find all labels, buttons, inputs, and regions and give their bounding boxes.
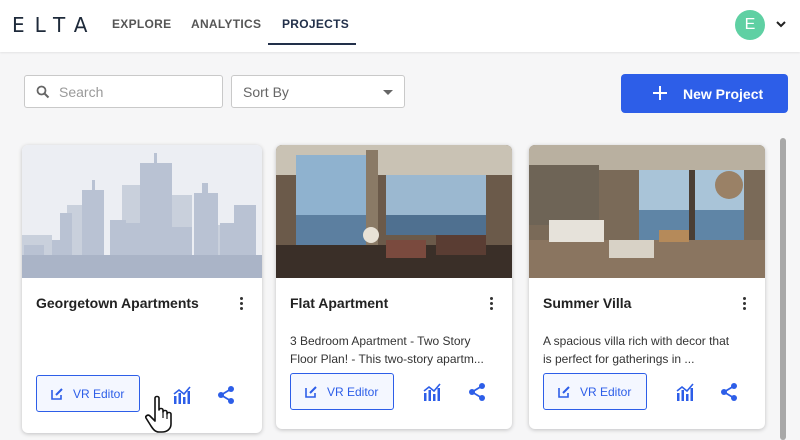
new-project-button[interactable]: New Project <box>621 74 788 113</box>
analytics-icon[interactable] <box>675 382 695 402</box>
project-title: Summer Villa <box>543 295 632 311</box>
share-icon[interactable] <box>467 382 487 402</box>
villa-interior-image <box>529 145 765 278</box>
share-icon[interactable] <box>719 382 739 402</box>
vr-editor-button[interactable]: VR Editor <box>290 373 394 410</box>
edit-icon <box>558 386 570 398</box>
edit-icon <box>305 386 317 398</box>
more-vert-icon[interactable] <box>743 297 747 311</box>
active-tab-indicator <box>268 43 356 45</box>
nav-projects[interactable]: PROJECTS <box>282 17 349 31</box>
more-vert-icon[interactable] <box>240 297 244 311</box>
caret-down-icon <box>383 90 393 95</box>
search-icon <box>36 85 50 99</box>
vr-editor-button[interactable]: VR Editor <box>36 375 140 412</box>
project-card-summer-villa[interactable]: Summer Villa A spacious villa rich with … <box>529 145 765 429</box>
project-thumbnail[interactable] <box>22 145 262 278</box>
project-card-georgetown[interactable]: Georgetown Apartments VR Editor <box>22 145 262 433</box>
project-description: A spacious villa rich with decor that is… <box>543 334 730 366</box>
more-vert-icon[interactable] <box>490 297 494 311</box>
user-avatar[interactable]: E <box>735 10 765 40</box>
vr-editor-label: VR Editor <box>73 387 125 401</box>
scrollbar-thumb[interactable] <box>780 138 786 440</box>
vr-editor-label: VR Editor <box>327 385 379 399</box>
project-thumbnail[interactable] <box>276 145 512 278</box>
project-title: Georgetown Apartments <box>36 295 199 311</box>
city-skyline-image <box>22 153 262 278</box>
new-project-label: New Project <box>683 86 764 102</box>
top-bar: ELTA EXPLORE ANALYTICS PROJECTS E <box>0 0 800 52</box>
nav-explore[interactable]: EXPLORE <box>112 17 171 31</box>
vr-editor-button[interactable]: VR Editor <box>543 373 647 410</box>
hand-pointer-icon <box>145 395 172 433</box>
nav-analytics[interactable]: ANALYTICS <box>191 17 261 31</box>
sort-label: Sort By <box>243 84 289 100</box>
chevron-down-icon[interactable] <box>774 17 788 31</box>
project-description: 3 Bedroom Apartment - Two Story Floor Pl… <box>290 334 484 366</box>
analytics-icon[interactable] <box>422 382 442 402</box>
elta-logo[interactable]: ELTA <box>12 13 97 37</box>
search-box[interactable] <box>24 75 223 108</box>
plus-icon <box>653 86 667 100</box>
search-input[interactable] <box>59 82 209 102</box>
share-icon[interactable] <box>216 385 236 405</box>
vr-editor-label: VR Editor <box>580 385 632 399</box>
sort-select[interactable]: Sort By <box>231 75 405 108</box>
edit-icon <box>51 388 63 400</box>
project-thumbnail[interactable] <box>529 145 765 278</box>
project-title: Flat Apartment <box>290 295 389 311</box>
project-card-flat-apartment[interactable]: Flat Apartment 3 Bedroom Apartment - Two… <box>276 145 512 429</box>
apartment-interior-image <box>276 145 512 278</box>
